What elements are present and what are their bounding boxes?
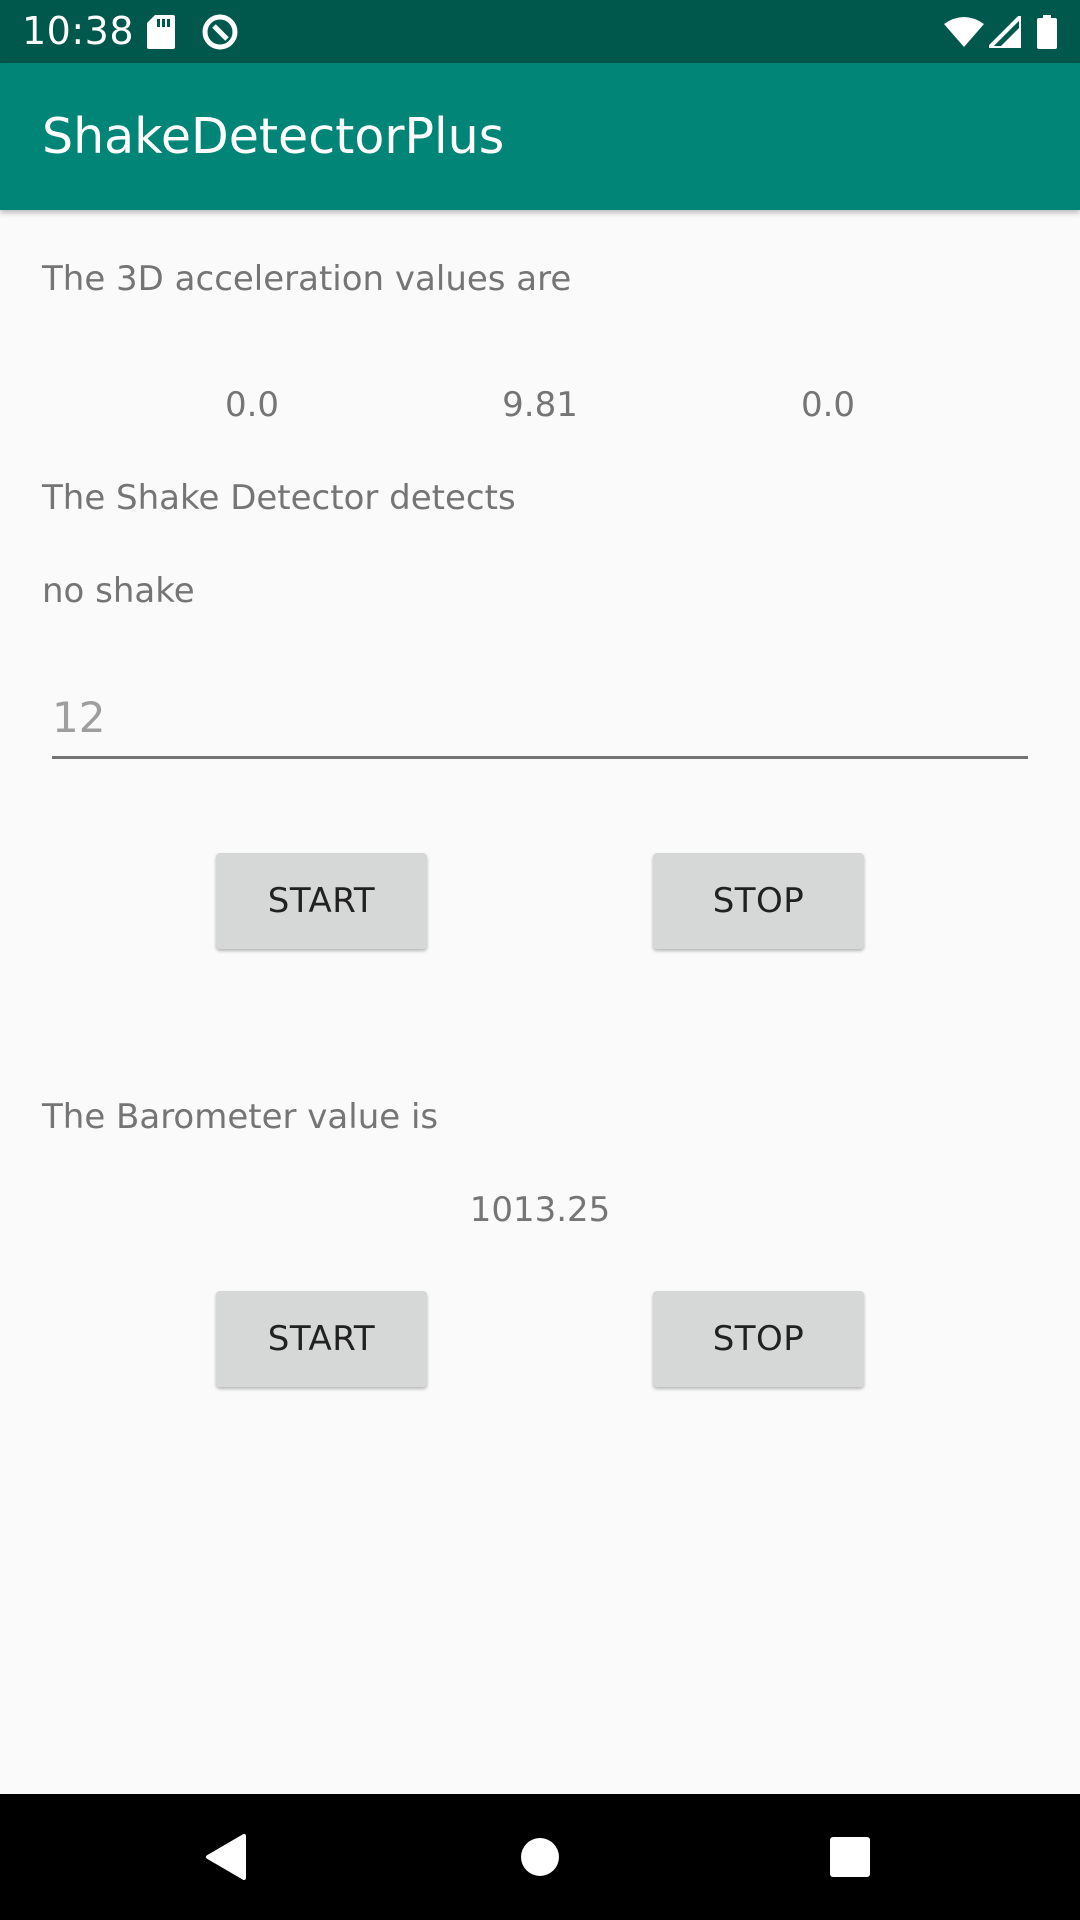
shake-stop-button[interactable]: STOP bbox=[653, 853, 864, 949]
status-time: 10:38 bbox=[22, 9, 135, 53]
cell-signal-icon bbox=[988, 0, 1022, 63]
home-icon[interactable] bbox=[477, 1794, 603, 1920]
shake-start-button[interactable]: START bbox=[216, 853, 427, 949]
app-title: ShakeDetectorPlus bbox=[42, 108, 505, 165]
status-bar: 10:38 bbox=[0, 0, 1080, 63]
app-bar: ShakeDetectorPlus bbox=[0, 63, 1080, 210]
acceleration-x-value: 0.0 bbox=[224, 385, 280, 425]
recents-icon[interactable] bbox=[787, 1794, 913, 1920]
sd-card-icon bbox=[146, 0, 176, 63]
barometer-stop-button[interactable]: STOP bbox=[653, 1291, 864, 1387]
threshold-field[interactable] bbox=[52, 684, 1028, 759]
shake-status: no shake bbox=[42, 571, 195, 611]
barometer-start-button[interactable]: START bbox=[216, 1291, 427, 1387]
acceleration-z-value: 0.0 bbox=[800, 385, 856, 425]
barometer-value: 1013.25 bbox=[469, 1190, 611, 1230]
shake-heading: The Shake Detector detects bbox=[42, 478, 516, 518]
battery-icon bbox=[1036, 0, 1058, 63]
threshold-input[interactable] bbox=[52, 684, 1028, 750]
acceleration-heading: The 3D acceleration values are bbox=[42, 259, 572, 299]
barometer-heading: The Barometer value is bbox=[42, 1097, 439, 1137]
back-icon[interactable] bbox=[163, 1794, 289, 1920]
data-saver-icon bbox=[200, 0, 240, 63]
acceleration-y-value: 9.81 bbox=[502, 385, 578, 425]
navigation-bar bbox=[0, 1794, 1080, 1920]
wifi-icon bbox=[944, 0, 984, 63]
